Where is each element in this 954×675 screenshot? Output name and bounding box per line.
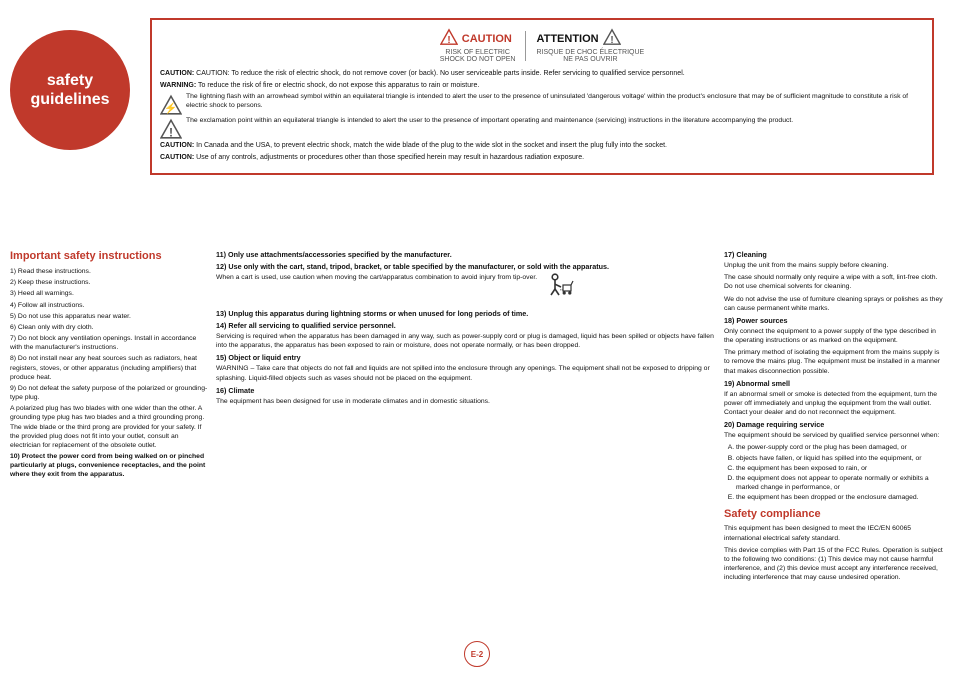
safety-item-7: 7) Do not block any ventilation openings… — [10, 334, 210, 352]
safety-circle: safety guidelines — [10, 30, 130, 150]
safety-item-8: 8) Do not install near any heat sources … — [10, 354, 210, 382]
exclamation-row: ! The exclamation point within an equila… — [160, 117, 924, 138]
exclamation-text: The exclamation point within an equilate… — [186, 117, 793, 126]
item12-row: When a cart is used, use caution when mo… — [216, 273, 718, 309]
caution-canada-text: CAUTION: In Canada and the USA, to preve… — [160, 141, 924, 150]
damage-section: 20) Damage requiring service The equipme… — [724, 420, 944, 502]
right-column: 17) Cleaning Unplug the unit from the ma… — [724, 250, 944, 655]
warning-triangle-icon: ! — [440, 28, 458, 49]
item17-body1: Unplug the unit from the mains supply be… — [724, 261, 944, 270]
warning-main-text: WARNING: To reduce the risk of fire or e… — [160, 81, 924, 90]
item16-body: The equipment has been designed for use … — [216, 397, 718, 406]
svg-text:!: ! — [169, 125, 173, 139]
lightning-row: ⚡ The lightning flash with an arrowhead … — [160, 93, 924, 114]
item19-body: If an abnormal smell or smoke is detecte… — [724, 390, 944, 418]
exclamation-triangle-icon: ! — [160, 118, 180, 138]
item15-body: WARNING – Take care that objects do not … — [216, 364, 718, 382]
item12-title: 12) Use only with the cart, stand, tripo… — [216, 262, 718, 271]
caution-main-text: CAUTION: CAUTION: To reduce the risk of … — [160, 69, 924, 78]
safety-item-9: 9) Do not defeat the safety purpose of t… — [10, 384, 210, 402]
safety-item-2: 2) Keep these instructions. — [10, 278, 210, 287]
svg-text:⚡: ⚡ — [164, 102, 177, 115]
mid-column: 11) Only use attachments/accessories spe… — [216, 250, 718, 655]
lightning-text: The lightning flash with an arrowhead sy… — [186, 93, 924, 111]
attention-triangle-icon: ! — [603, 28, 621, 49]
circle-text: safety guidelines — [30, 71, 109, 109]
attention-sub: RISQUE DE CHOC ÉLECTRIQUENE PAS OUVRIR — [536, 49, 644, 63]
caution-label: ! CAUTION — [440, 28, 516, 49]
divider — [525, 31, 526, 61]
item14-body: Servicing is required when the apparatus… — [216, 332, 718, 350]
item14-title: 14) Refer all servicing to qualified ser… — [216, 321, 718, 330]
item17-title: 17) Cleaning — [724, 250, 944, 259]
safety-compliance-title: Safety compliance — [724, 508, 944, 520]
caution-box: ! CAUTION RISK OF ELECTRICSHOCK DO NOT O… — [150, 18, 934, 175]
safety-list: 1) Read these instructions. 2) Keep thes… — [10, 267, 210, 480]
list-item: objects have fallen, or liquid has spill… — [736, 454, 944, 463]
safety-item-1: 1) Read these instructions. — [10, 267, 210, 276]
item18-title: 18) Power sources — [724, 316, 944, 325]
svg-text:!: ! — [447, 35, 450, 46]
safety-item-3: 3) Heed all warnings. — [10, 289, 210, 298]
item16-title: 16) Climate — [216, 386, 718, 395]
safety-item-4: 4) Follow all instructions. — [10, 301, 210, 310]
list-item: the equipment has been dropped or the en… — [736, 493, 944, 502]
caution-sub: RISK OF ELECTRICSHOCK DO NOT OPEN — [440, 49, 516, 63]
cart-tipover-icon — [545, 273, 577, 305]
attention-label: ATTENTION ! — [536, 28, 644, 49]
compliance-body2: This device complies with Part 15 of the… — [724, 546, 944, 583]
lightning-triangle-icon: ⚡ — [160, 94, 180, 114]
item20-body: The equipment should be serviced by qual… — [724, 431, 944, 440]
compliance-body1: This equipment has been designed to meet… — [724, 524, 944, 542]
item18-body2: The primary method of isolating the equi… — [724, 348, 944, 376]
left-column: Important safety instructions 1) Read th… — [10, 250, 210, 655]
item20-list: the power-supply cord or the plug has be… — [724, 443, 944, 502]
item17-body3: We do not advise the use of furniture cl… — [724, 295, 944, 313]
item19-title: 19) Abnormal smell — [724, 379, 944, 388]
list-item: the power-supply cord or the plug has be… — [736, 443, 944, 452]
safety-item-10: 10) Protect the power cord from being wa… — [10, 452, 210, 480]
important-safety-title: Important safety instructions — [10, 250, 210, 262]
list-item: the equipment does not appear to operate… — [736, 474, 944, 492]
item11-title: 11) Only use attachments/accessories spe… — [216, 250, 718, 259]
item18-body1: Only connect the equipment to a power su… — [724, 327, 944, 345]
item20-title: 20) Damage requiring service — [724, 420, 944, 429]
page-number-badge: E-2 — [464, 641, 490, 667]
safety-item-6: 6) Clean only with dry cloth. — [10, 323, 210, 332]
item17-body2: The case should normally only require a … — [724, 273, 944, 291]
attention-label-block: ATTENTION ! RISQUE DE CHOC ÉLECTRIQUENE … — [536, 28, 644, 63]
item13-title: 13) Unplug this apparatus during lightni… — [216, 309, 718, 318]
item12-body: When a cart is used, use caution when mo… — [216, 273, 537, 282]
safety-item-5: 5) Do not use this apparatus near water. — [10, 312, 210, 321]
cleaning-section: 17) Cleaning Unplug the unit from the ma… — [724, 250, 944, 417]
caution-label-block: ! CAUTION RISK OF ELECTRICSHOCK DO NOT O… — [440, 28, 516, 63]
item15-title: 15) Object or liquid entry — [216, 353, 718, 362]
caution-controls-text: CAUTION: Use of any controls, adjustment… — [160, 153, 924, 162]
safety-item-9-body: A polarized plug has two blades with one… — [10, 404, 210, 450]
caution-header: ! CAUTION RISK OF ELECTRICSHOCK DO NOT O… — [160, 28, 924, 63]
main-content: Important safety instructions 1) Read th… — [10, 250, 944, 655]
svg-text:!: ! — [610, 35, 613, 46]
list-item: the equipment has been exposed to rain, … — [736, 464, 944, 473]
